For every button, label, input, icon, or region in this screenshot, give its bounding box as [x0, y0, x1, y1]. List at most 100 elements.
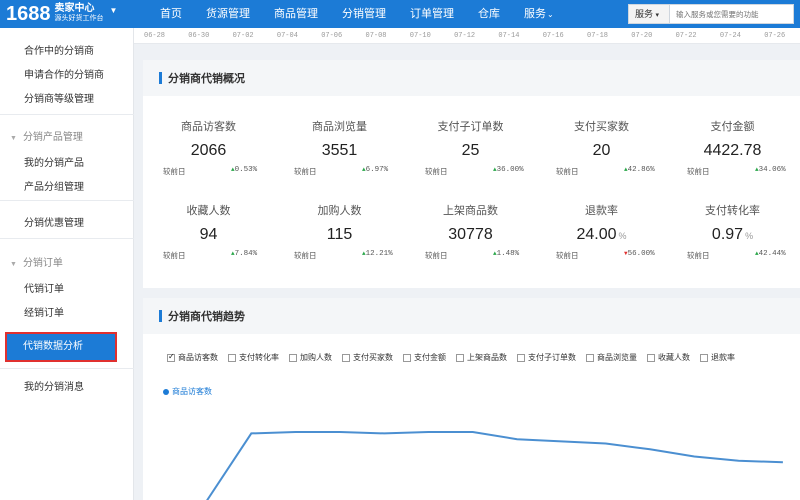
- metric-unit: %: [618, 231, 627, 241]
- sidebar-group-product-label: 分销产品管理: [22, 132, 83, 143]
- metric-card[interactable]: 支付转化率 0.97% 较前日 ▲42.44%: [667, 202, 798, 260]
- sidebar-item-consignment-orders[interactable]: 代销订单: [24, 280, 64, 295]
- nav-services-label: 服务: [524, 8, 546, 20]
- metric-change: ▼56.00%: [624, 250, 655, 258]
- date-tick: 07-26: [764, 32, 786, 40]
- sidebar-item-product-groups[interactable]: 产品分组管理: [24, 178, 84, 193]
- date-tick: 07-06: [321, 32, 343, 40]
- nav-products[interactable]: 商品管理: [262, 0, 330, 28]
- metric-card[interactable]: 加购人数 115 较前日 ▲12.21%: [274, 202, 405, 260]
- sidebar-divider: [0, 368, 134, 369]
- sidebar-item-dealer-orders[interactable]: 经销订单: [24, 304, 64, 319]
- title-accent-bar: [159, 72, 162, 84]
- metric-card[interactable]: 商品浏览量 3551 较前日 ▲6.97%: [274, 118, 405, 176]
- nav-orders[interactable]: 订单管理: [398, 0, 466, 28]
- metric-change-value: 34.06%: [758, 166, 786, 174]
- sidebar-divider: [0, 200, 134, 201]
- metric-value: 25: [405, 142, 536, 160]
- date-ruler: 06-28 06-30 07-02 07-04 07-06 07-08 07-10 07-12…: [134, 28, 800, 44]
- metric-label: 支付子订单数: [437, 121, 504, 133]
- chevron-down-icon: ▾: [655, 12, 660, 19]
- logo-title: 卖家中心: [54, 3, 95, 14]
- metric-label: 支付金额: [710, 121, 755, 133]
- compare-label: 较前日: [556, 251, 579, 260]
- date-tick: 07-22: [675, 32, 697, 40]
- metric-number: 25: [461, 142, 480, 159]
- metric-change: ▲36.00%: [493, 166, 524, 174]
- metric-value: 3551: [274, 142, 405, 160]
- search-box: 服务 ▾: [628, 4, 794, 24]
- series-line-visitors: [206, 431, 783, 500]
- logo[interactable]: 1688 卖家中心 源头好货工作台 ▼: [0, 3, 150, 26]
- sidebar-item-distributor-levels[interactable]: 分销商等级管理: [24, 90, 94, 105]
- triangle-down-icon: ▼: [10, 135, 17, 142]
- trend-chart: [206, 431, 783, 500]
- nav-home[interactable]: 首页: [150, 0, 194, 28]
- metric-label: 上架商品数: [443, 205, 498, 217]
- triangle-down-icon: ▼: [10, 261, 17, 268]
- metric-card[interactable]: 支付金额 4422.78 较前日 ▲34.06%: [667, 118, 798, 176]
- chevron-down-icon[interactable]: ▼: [110, 6, 118, 15]
- search-category-select[interactable]: 服务 ▾: [628, 4, 670, 24]
- compare-label: 较前日: [687, 251, 710, 260]
- metric-unit: %: [745, 231, 754, 241]
- search-input[interactable]: [670, 4, 794, 24]
- metric-card[interactable]: 收藏人数 94 较前日 ▲7.84%: [143, 202, 274, 260]
- logo-text: 卖家中心 源头好货工作台: [55, 4, 104, 24]
- metric-change-value: 1.48%: [496, 250, 520, 258]
- metric-card[interactable]: 支付子订单数 25 较前日 ▲36.00%: [405, 118, 536, 176]
- nav-distribution[interactable]: 分销管理: [330, 0, 398, 28]
- logo-subtitle: 源头好货工作台: [54, 15, 104, 22]
- nav-warehouse[interactable]: 仓库: [466, 0, 512, 28]
- metric-label: 商品访客数: [181, 121, 236, 133]
- sidebar-item-applying-distributors[interactable]: 申请合作的分销商: [24, 66, 104, 81]
- metric-number: 20: [592, 142, 611, 159]
- overview-title: 分销商代销概况: [168, 73, 245, 85]
- compare-label: 较前日: [294, 251, 317, 260]
- metric-label: 支付转化率: [705, 205, 760, 217]
- sidebar-group-order[interactable]: ▼ 分销订单: [10, 254, 63, 269]
- metric-card[interactable]: 支付买家数 20 较前日 ▲42.86%: [536, 118, 667, 176]
- metric-change: ▲1.48%: [493, 250, 519, 258]
- date-tick: 07-02: [232, 32, 254, 40]
- trend-panel: 分销商代销趋势 商品访客数支付转化率加购人数支付买家数支付金额上架商品数支付子订…: [143, 298, 800, 500]
- metric-card[interactable]: 上架商品数 30778 较前日 ▲1.48%: [405, 202, 536, 260]
- overview-panel: 分销商代销概况 商品访客数 2066 较前日 ▲0.53% 商品浏览量 3551 较前日 ▲6…: [143, 60, 800, 288]
- date-tick: 07-14: [498, 32, 520, 40]
- sidebar-item-active-distributors[interactable]: 合作中的分销商: [24, 42, 94, 57]
- compare-label: 较前日: [163, 167, 186, 176]
- metric-change-value: 12.21%: [365, 250, 393, 258]
- overview-header: 分销商代销概况: [143, 60, 800, 96]
- metric-label: 加购人数: [317, 205, 362, 217]
- sidebar-item-data-analysis[interactable]: 代销数据分析: [5, 332, 117, 362]
- metric-change-value: 7.84%: [234, 250, 258, 258]
- metric-value: 4422.78: [667, 142, 798, 160]
- metric-change: ▲34.06%: [755, 166, 786, 174]
- sidebar-item-my-products[interactable]: 我的分销产品: [24, 154, 84, 169]
- metric-number: 94: [199, 226, 218, 243]
- metric-change: ▲42.44%: [755, 250, 786, 258]
- logo-number: 1688: [6, 2, 51, 25]
- date-tick: 07-04: [276, 32, 298, 40]
- sidebar-item-discounts[interactable]: 分销优惠管理: [24, 214, 84, 229]
- sidebar-group-product[interactable]: ▼ 分销产品管理: [10, 128, 83, 143]
- metric-card[interactable]: 退款率 24.00% 较前日 ▼56.00%: [536, 202, 667, 260]
- nav-services[interactable]: 服务⌄: [512, 0, 566, 28]
- metric-change: ▲42.86%: [624, 166, 655, 174]
- metric-card[interactable]: 商品访客数 2066 较前日 ▲0.53%: [143, 118, 274, 176]
- sidebar-group-order-label: 分销订单: [22, 258, 63, 269]
- nav-sourcing[interactable]: 货源管理: [194, 0, 262, 28]
- metric-change: ▲0.53%: [231, 166, 257, 174]
- metric-change-value: 0.53%: [234, 166, 258, 174]
- metric-change: ▲6.97%: [362, 166, 388, 174]
- metric-change: ▲12.21%: [362, 250, 393, 258]
- metric-change-value: 42.44%: [758, 250, 786, 258]
- metric-number: 2066: [190, 142, 227, 159]
- date-tick: 07-18: [587, 32, 609, 40]
- metric-value: 30778: [405, 226, 536, 244]
- metric-change-value: 36.00%: [496, 166, 524, 174]
- sidebar-divider: [0, 238, 134, 239]
- top-nav-bar: 1688 卖家中心 源头好货工作台 ▼ 首页 货源管理 商品管理 分销管理 订单…: [0, 0, 800, 28]
- sidebar-item-messages[interactable]: 我的分销消息: [24, 378, 84, 393]
- chevron-down-icon: ⌄: [547, 10, 554, 19]
